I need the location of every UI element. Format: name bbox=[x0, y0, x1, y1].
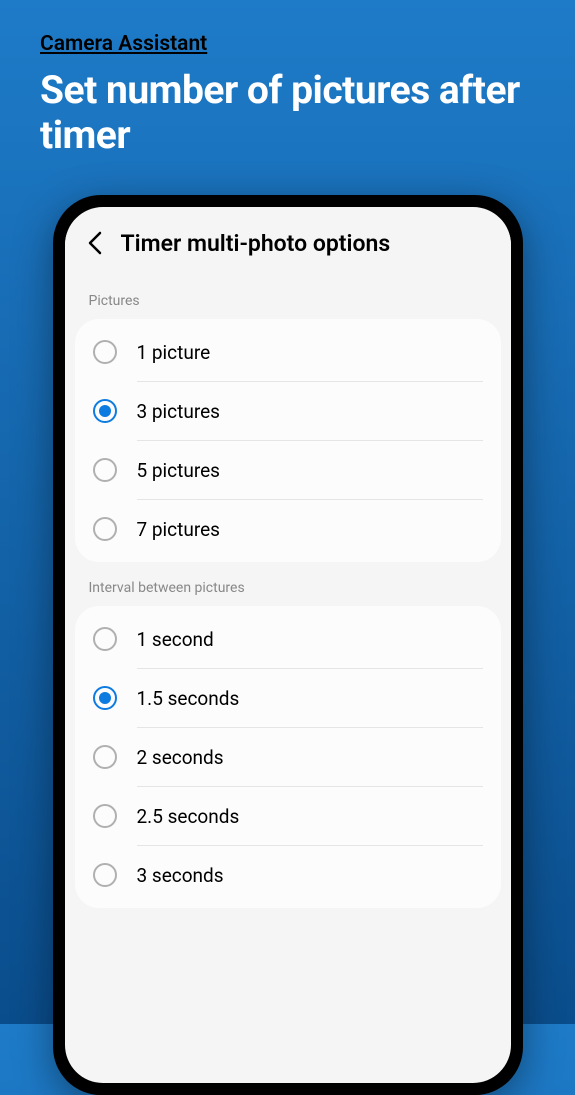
option-1-5-seconds[interactable]: 1.5 seconds bbox=[75, 669, 501, 727]
option-label: 2.5 seconds bbox=[137, 805, 240, 828]
phone-screen: Timer multi-photo options Pictures 1 pic… bbox=[65, 207, 511, 1083]
radio-2-5-seconds[interactable] bbox=[93, 804, 117, 828]
radio-1-5-seconds[interactable] bbox=[93, 686, 117, 710]
option-label: 3 seconds bbox=[137, 864, 224, 887]
option-label: 5 pictures bbox=[137, 459, 220, 482]
option-group-interval: 1 second 1.5 seconds 2 seconds 2.5 seconds 3… bbox=[75, 606, 501, 908]
option-1-second[interactable]: 1 second bbox=[75, 610, 501, 668]
radio-2-seconds[interactable] bbox=[93, 745, 117, 769]
option-label: 2 seconds bbox=[137, 746, 224, 769]
radio-1-picture[interactable] bbox=[93, 340, 117, 364]
option-label: 1.5 seconds bbox=[137, 687, 240, 710]
screen-header: Timer multi-photo options bbox=[65, 219, 511, 275]
section-label-pictures: Pictures bbox=[65, 275, 511, 319]
option-2-5-seconds[interactable]: 2.5 seconds bbox=[75, 787, 501, 845]
screen-title: Timer multi-photo options bbox=[121, 230, 391, 257]
option-7-pictures[interactable]: 7 pictures bbox=[75, 500, 501, 558]
option-5-pictures[interactable]: 5 pictures bbox=[75, 441, 501, 499]
option-label: 1 second bbox=[137, 628, 214, 651]
option-label: 7 pictures bbox=[137, 518, 220, 541]
radio-1-second[interactable] bbox=[93, 627, 117, 651]
radio-3-seconds[interactable] bbox=[93, 863, 117, 887]
banner-title: Set number of pictures after timer bbox=[40, 68, 535, 158]
option-3-seconds[interactable]: 3 seconds bbox=[75, 846, 501, 904]
option-label: 1 picture bbox=[137, 341, 211, 364]
radio-7-pictures[interactable] bbox=[93, 517, 117, 541]
option-label: 3 pictures bbox=[137, 400, 220, 423]
option-2-seconds[interactable]: 2 seconds bbox=[75, 728, 501, 786]
option-1-picture[interactable]: 1 picture bbox=[75, 323, 501, 381]
option-3-pictures[interactable]: 3 pictures bbox=[75, 382, 501, 440]
option-group-pictures: 1 picture 3 pictures 5 pictures 7 pictures bbox=[75, 319, 501, 562]
promo-banner: Camera Assistant Set number of pictures … bbox=[0, 0, 575, 178]
section-label-interval: Interval between pictures bbox=[65, 562, 511, 606]
radio-5-pictures[interactable] bbox=[93, 458, 117, 482]
radio-3-pictures[interactable] bbox=[93, 399, 117, 423]
back-icon[interactable] bbox=[81, 229, 109, 257]
banner-subtitle: Camera Assistant bbox=[40, 32, 535, 56]
phone-frame: Timer multi-photo options Pictures 1 pic… bbox=[53, 195, 523, 1095]
